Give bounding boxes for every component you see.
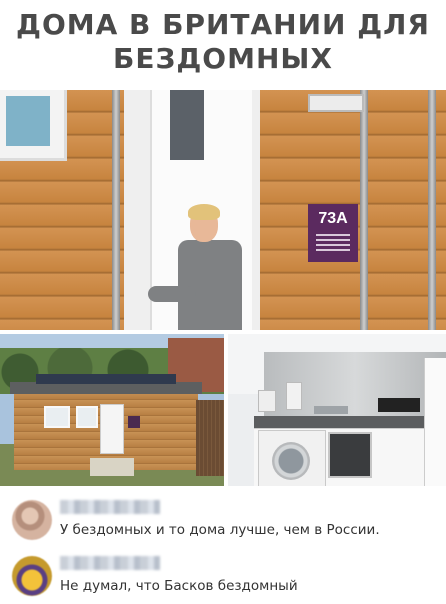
drain-pipe-edge xyxy=(428,90,436,330)
meme-title: ДОМА В БРИТАНИИ ДЛЯ БЕЗДОМНЫХ xyxy=(0,8,446,76)
drain-pipe xyxy=(112,90,120,330)
fridge xyxy=(424,358,446,486)
person-hair xyxy=(188,204,220,220)
sink xyxy=(314,406,348,414)
title-line-2: БЕЗДОМНЫХ xyxy=(113,42,333,75)
window xyxy=(0,90,67,161)
cabin-window xyxy=(44,406,70,428)
comment: У бездомных и то дома лучше, чем в Росси… xyxy=(0,494,446,546)
toaster xyxy=(258,390,276,412)
photo-man-at-door: 73A xyxy=(0,90,446,330)
cabin-window xyxy=(76,406,98,428)
person-arm xyxy=(148,286,196,302)
kettle xyxy=(286,382,302,410)
photo-kitchen xyxy=(228,334,446,486)
solar-panels xyxy=(36,374,176,384)
countertop xyxy=(254,416,446,428)
cabin-plaque xyxy=(128,416,140,428)
cabin-steps xyxy=(90,458,134,476)
house-number-plaque: 73A xyxy=(308,204,358,262)
comment-text: Не думал, что Басков бездомный xyxy=(60,578,298,594)
comment: Не думал, что Басков бездомный xyxy=(0,550,446,602)
cabin-door xyxy=(100,404,124,454)
blurred-username[interactable] xyxy=(60,500,160,514)
comment-text: У бездомных и то дома лучше, чем в Росси… xyxy=(60,522,380,538)
oven xyxy=(328,432,372,478)
avatar[interactable] xyxy=(12,500,52,540)
drain-pipe-right xyxy=(360,90,368,330)
fence xyxy=(196,400,224,476)
title-line-1: ДОМА В БРИТАНИИ ДЛЯ xyxy=(16,8,430,41)
house-number: 73A xyxy=(318,210,348,227)
blurred-username[interactable] xyxy=(60,556,160,570)
avatar[interactable] xyxy=(12,556,52,596)
person-suit xyxy=(178,240,242,330)
photo-cabin-exterior xyxy=(0,334,224,486)
washing-machine-door xyxy=(272,442,310,480)
door-glass xyxy=(170,90,204,160)
vent xyxy=(308,94,364,112)
plaque-small-text xyxy=(316,234,350,236)
hob xyxy=(378,398,420,412)
